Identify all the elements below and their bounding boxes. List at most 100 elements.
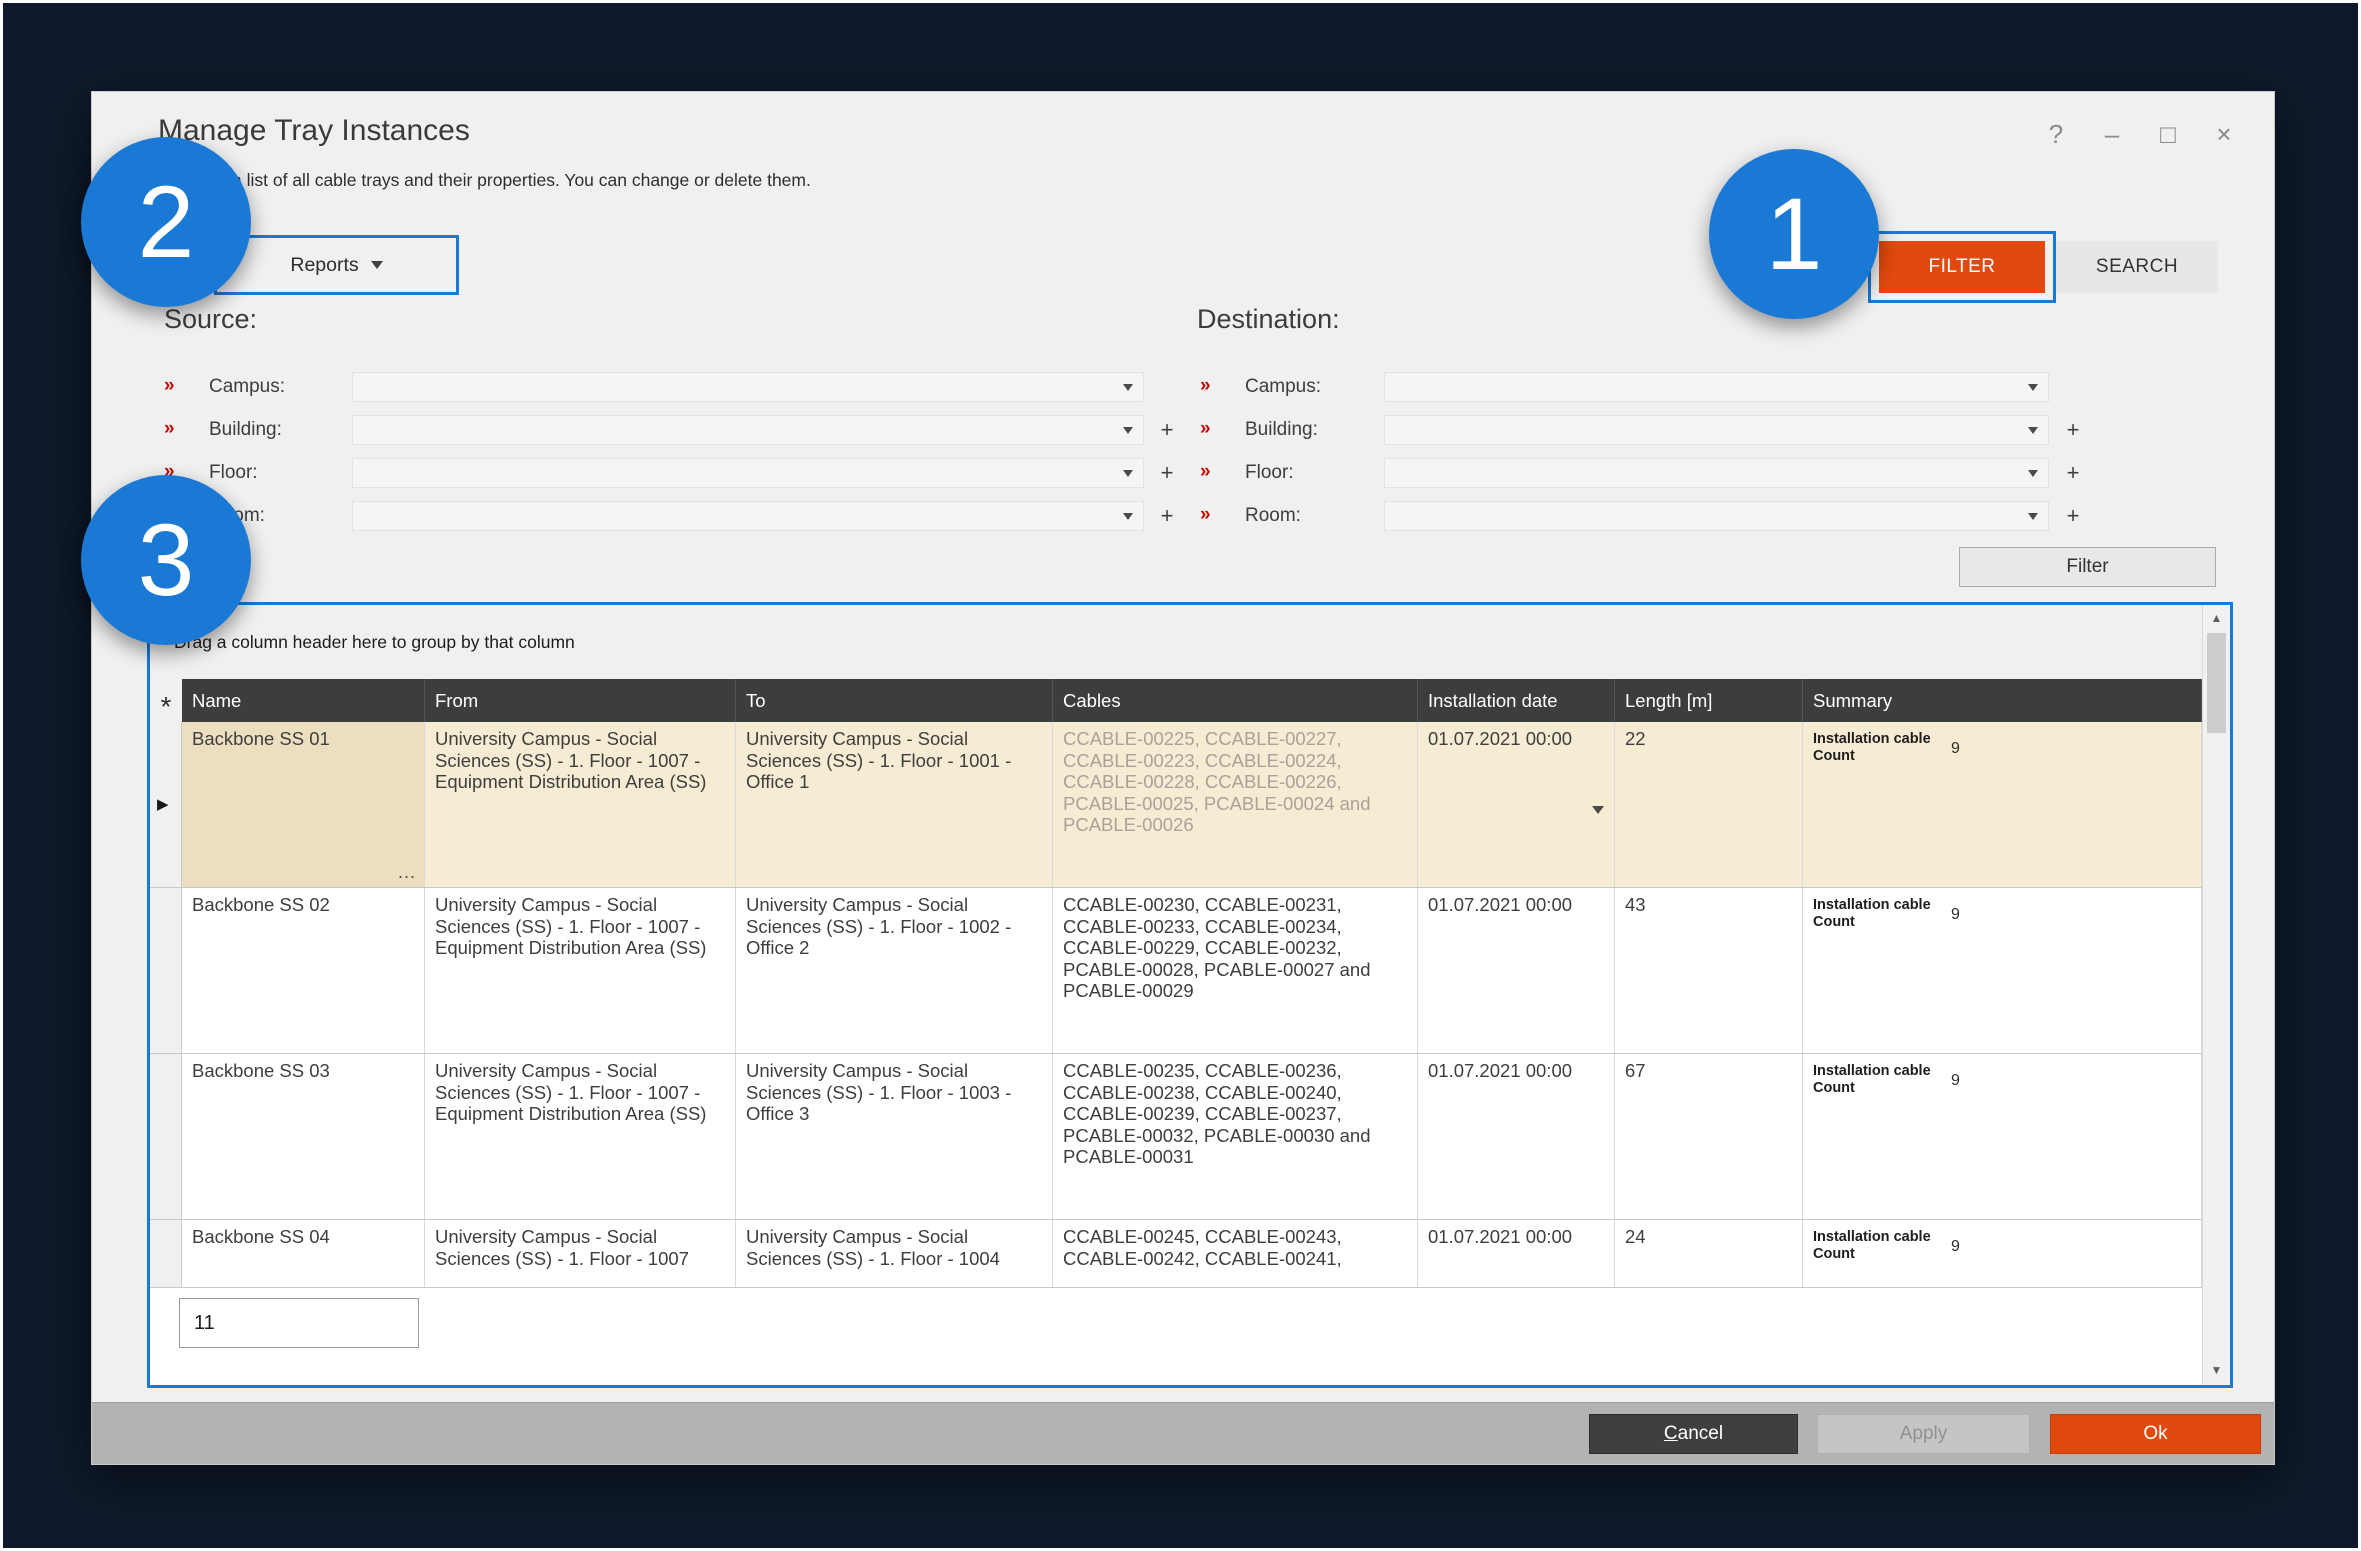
destination-room-dropdown[interactable] — [1384, 501, 2049, 531]
add-room-button[interactable]: + — [2060, 501, 2086, 531]
filter-tab-button[interactable]: FILTER — [1879, 241, 2045, 293]
table-row[interactable]: ▶ Backbone SS 01 ... University Campus -… — [150, 722, 2202, 888]
date-dropdown-icon[interactable] — [1592, 806, 1604, 814]
destination-campus-row: » Campus: — [1200, 372, 2100, 402]
summary-label: Installation cable Count — [1813, 897, 1935, 931]
source-building-row: » Building: + — [164, 415, 1194, 445]
add-building-button[interactable]: + — [2060, 415, 2086, 445]
cancel-button[interactable]: Cancel — [1589, 1414, 1798, 1454]
cell-name: Backbone SS 02 — [182, 888, 425, 1053]
column-header-to[interactable]: To — [736, 679, 1053, 722]
add-room-button[interactable]: + — [1154, 501, 1180, 531]
grid-header-row: * Name From To Cables Installation date … — [150, 679, 2202, 722]
manage-tray-instances-dialog: Manage Tray Instances ? – □ × Below is a… — [91, 91, 2275, 1465]
scroll-down-icon[interactable]: ▼ — [2203, 1363, 2230, 1377]
column-header-length[interactable]: Length [m] — [1615, 679, 1803, 722]
destination-building-label: Building: — [1245, 419, 1318, 441]
grid-options-icon[interactable]: * — [150, 679, 182, 722]
source-building-label: Building: — [209, 419, 282, 441]
summary-label: Installation cable Count — [1813, 1063, 1935, 1097]
filter-apply-button[interactable]: Filter — [1959, 547, 2216, 587]
chevron-down-icon — [1123, 470, 1133, 477]
close-icon[interactable]: × — [2208, 118, 2240, 150]
table-row[interactable]: Backbone SS 03 University Campus - Socia… — [150, 1054, 2202, 1220]
table-row[interactable]: Backbone SS 04 University Campus - Socia… — [150, 1220, 2202, 1288]
row-gutter — [150, 888, 182, 1053]
source-room-dropdown[interactable] — [352, 501, 1144, 531]
chevron-down-icon — [2028, 384, 2038, 391]
ellipsis-button[interactable]: ... — [398, 862, 416, 884]
cell-installation-date: 01.07.2021 00:00 — [1418, 888, 1615, 1053]
annotation-badge-3: 3 — [81, 475, 251, 645]
chevron-double-icon: » — [164, 375, 175, 397]
destination-building-dropdown[interactable] — [1384, 415, 2049, 445]
page-title: Manage Tray Instances — [158, 114, 470, 148]
source-floor-row: » Floor: + — [164, 458, 1194, 488]
vertical-scrollbar[interactable]: ▲ ▼ — [2202, 605, 2230, 1385]
destination-floor-dropdown[interactable] — [1384, 458, 2049, 488]
filter-highlight-box: FILTER — [1868, 231, 2056, 303]
help-icon[interactable]: ? — [2040, 118, 2072, 150]
search-tab-button[interactable]: SEARCH — [2056, 241, 2218, 293]
add-floor-button[interactable]: + — [1154, 458, 1180, 488]
cell-from: University Campus - Social Sciences (SS)… — [425, 888, 736, 1053]
dialog-subtitle: Below is a list of all cable trays and t… — [162, 170, 811, 191]
chevron-down-icon — [2028, 470, 2038, 477]
cell-from: University Campus - Social Sciences (SS)… — [425, 722, 736, 887]
cell-to: University Campus - Social Sciences (SS)… — [736, 722, 1053, 887]
chevron-double-icon: » — [1200, 504, 1211, 526]
column-header-cables[interactable]: Cables — [1053, 679, 1418, 722]
tray-grid: Drag a column header here to group by th… — [147, 602, 2233, 1388]
chevron-down-icon — [1123, 427, 1133, 434]
reports-label: Reports — [290, 254, 358, 277]
reports-button[interactable]: Reports — [214, 235, 459, 295]
cell-to: University Campus - Social Sciences (SS)… — [736, 1220, 1053, 1287]
column-header-from[interactable]: From — [425, 679, 736, 722]
add-floor-button[interactable]: + — [2060, 458, 2086, 488]
cell-summary: Installation cable Count 9 — [1803, 888, 2202, 1053]
chevron-double-icon: » — [1200, 461, 1211, 483]
cell-cables: CCABLE-00230, CCABLE-00231, CCABLE-00233… — [1053, 888, 1418, 1053]
chevron-double-icon: » — [1200, 375, 1211, 397]
apply-button[interactable]: Apply — [1817, 1414, 2030, 1454]
destination-floor-row: » Floor: + — [1200, 458, 2100, 488]
cell-from: University Campus - Social Sciences (SS)… — [425, 1054, 736, 1219]
source-campus-row: » Campus: — [164, 372, 1194, 402]
row-gutter — [150, 1220, 182, 1287]
add-building-button[interactable]: + — [1154, 415, 1180, 445]
source-building-dropdown[interactable] — [352, 415, 1144, 445]
cell-name: Backbone SS 04 — [182, 1220, 425, 1287]
scroll-up-icon[interactable]: ▲ — [2203, 611, 2230, 625]
record-count-input[interactable] — [179, 1298, 419, 1348]
cell-length: 22 — [1615, 722, 1803, 887]
source-floor-dropdown[interactable] — [352, 458, 1144, 488]
column-header-installation-date[interactable]: Installation date — [1418, 679, 1615, 722]
source-section-title: Source: — [164, 304, 257, 335]
source-campus-dropdown[interactable] — [352, 372, 1144, 402]
cell-length: 43 — [1615, 888, 1803, 1053]
cell-name: Backbone SS 03 — [182, 1054, 425, 1219]
scrollbar-thumb[interactable] — [2207, 633, 2226, 733]
chevron-down-icon — [371, 261, 383, 269]
summary-label: Installation cable Count — [1813, 1229, 1935, 1263]
cell-to: University Campus - Social Sciences (SS)… — [736, 1054, 1053, 1219]
destination-room-label: Room: — [1245, 505, 1301, 527]
cell-from: University Campus - Social Sciences (SS)… — [425, 1220, 736, 1287]
cell-summary: Installation cable Count 9 — [1803, 1054, 2202, 1219]
destination-section-title: Destination: — [1197, 304, 1340, 335]
destination-floor-label: Floor: — [1245, 462, 1294, 484]
column-header-summary[interactable]: Summary — [1803, 679, 2202, 722]
column-header-name[interactable]: Name — [182, 679, 425, 722]
ok-button[interactable]: Ok — [2050, 1414, 2261, 1454]
source-campus-label: Campus: — [209, 376, 285, 398]
cell-installation-date: 01.07.2021 00:00 — [1418, 1054, 1615, 1219]
summary-value: 9 — [1951, 1236, 1960, 1258]
maximize-icon[interactable]: □ — [2152, 118, 2184, 150]
destination-campus-dropdown[interactable] — [1384, 372, 2049, 402]
chevron-down-icon — [1123, 384, 1133, 391]
table-row[interactable]: Backbone SS 02 University Campus - Socia… — [150, 888, 2202, 1054]
minimize-icon[interactable]: – — [2096, 118, 2128, 150]
destination-campus-label: Campus: — [1245, 376, 1321, 398]
chevron-double-icon: » — [164, 418, 175, 440]
cell-name: Backbone SS 01 ... — [182, 722, 425, 887]
